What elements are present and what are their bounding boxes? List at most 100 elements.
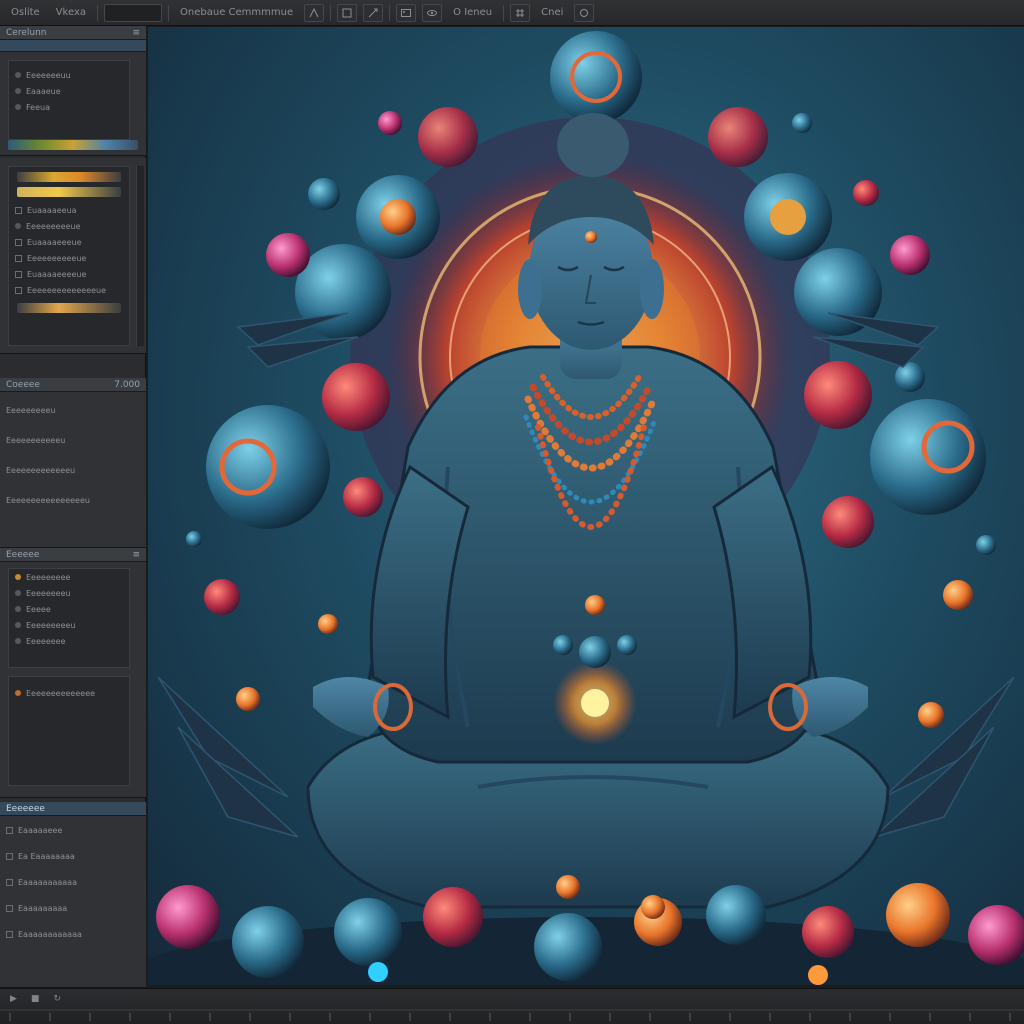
node-icon	[15, 622, 21, 628]
property-label: Eeeeeeeeeeeu	[6, 435, 66, 445]
checkbox[interactable]	[6, 930, 13, 938]
tree-list: Eeeeeeeee Eeeeeeeeu Eeeee Eeeeeeeeeu Eee…	[8, 568, 130, 668]
checkbox[interactable]	[15, 254, 22, 262]
toolbar-divider	[168, 4, 170, 21]
gradient-item-label: Euaaaaeeeue	[27, 237, 82, 247]
tree-item[interactable]: Eeeeeeeeeu	[9, 617, 129, 633]
image-icon[interactable]	[396, 3, 417, 22]
gradient-list: Euaaaaeeua Eeeeeeeeeue Euaaaaeeeue Eeeee…	[8, 166, 130, 346]
gradient-item[interactable]: Euaaaaeeeue	[9, 234, 129, 250]
checkbox[interactable]	[15, 206, 22, 214]
gradient-scrollbar[interactable]	[136, 166, 144, 346]
checkbox[interactable]	[6, 852, 13, 860]
outliner-item-label: Eaaaaaeee	[18, 825, 63, 835]
layers-panel-title: Cerelunn	[6, 27, 47, 38]
tree-panel-title: Eeeeee	[6, 549, 40, 560]
grid-icon[interactable]	[510, 3, 531, 22]
outliner-item-label: Eaaaaaaaaaaa	[18, 877, 77, 887]
outliner-item-label: Eaaaaaaaaa	[18, 903, 68, 913]
layer-item[interactable]: Eeeeeeeuu	[9, 67, 129, 83]
artwork	[148, 31, 1024, 985]
toolbar-divider	[97, 4, 99, 21]
tree-item[interactable]: Eeeeeeee	[9, 633, 129, 649]
tree-item-label: Eeeeeeee	[26, 636, 66, 646]
loop-icon[interactable]: ↻	[53, 994, 61, 1004]
gradient-item[interactable]: Euaaaaeeeeue	[9, 266, 129, 282]
menu-file[interactable]: Oslite	[6, 4, 45, 22]
gradient-item[interactable]: Euaaaaeeua	[9, 202, 129, 218]
wand-icon[interactable]	[363, 3, 384, 22]
tree-item-label: Eeeeeeeeeeeeee	[26, 688, 96, 698]
gradient-item-label: Eeeeeeeeeeue	[27, 253, 87, 263]
layer-visibility-icon[interactable]	[15, 88, 21, 94]
eye-icon[interactable]	[422, 3, 443, 22]
tree-item[interactable]: Eeeeeeeeeeeeee	[9, 685, 129, 701]
outliner-panel-header[interactable]: Eeeeeee	[0, 802, 146, 816]
checkbox[interactable]	[15, 238, 22, 246]
property-row[interactable]: Eeeeeeeeeeeeeu	[0, 462, 146, 478]
tree-item[interactable]: Eeeeeeeeu	[9, 585, 129, 601]
play-icon[interactable]: ▶	[10, 994, 17, 1004]
frame-icon[interactable]	[337, 3, 358, 22]
tree-item-label: Eeeeeeeeu	[26, 588, 71, 598]
property-label: Eeeeeeeeeeeeeu	[6, 465, 76, 475]
tree-item-label: Eeeeeeeee	[26, 572, 71, 582]
outliner-item[interactable]: Eaaaaaeee	[0, 822, 146, 838]
layers-panel: Cerelunn ≡ Eeeeeeeuu Eaaaeue Feeua	[0, 26, 146, 156]
panel-menu-icon[interactable]: ≡	[132, 550, 140, 560]
layers-selected-row[interactable]	[0, 40, 146, 52]
properties-panel: Coeeee 7.000 Eeeeeeeeeu Eeeeeeeeeeeu Eee…	[0, 378, 146, 548]
gradient-item-label: Euaaaaeeua	[27, 205, 77, 215]
toolbar-channel-label[interactable]: Cnei	[536, 4, 568, 22]
gradient-item-label: Eeeeeeeeeeeeeeue	[27, 285, 107, 295]
property-row[interactable]: Eeeeeeeeeu	[0, 402, 146, 418]
gradient-item[interactable]: Eeeeeeeeeeue	[9, 250, 129, 266]
outliner-panel-title: Eeeeeee	[6, 803, 45, 814]
layer-label: Eaaaeue	[26, 86, 61, 96]
property-row[interactable]: Eeeeeeeeeeeu	[0, 432, 146, 448]
panel-menu-icon[interactable]: ≡	[132, 28, 140, 38]
stop-icon[interactable]: ■	[31, 994, 40, 1004]
checkbox[interactable]	[15, 286, 22, 294]
outliner-item[interactable]: Ea Eaaaaaaaa	[0, 848, 146, 864]
toolbar-divider	[330, 4, 332, 21]
toolbar-dropdown[interactable]	[104, 3, 163, 22]
image-canvas[interactable]	[148, 27, 1024, 985]
gradient-item[interactable]: Eeeeeeeeeue	[9, 218, 129, 234]
gradient-swatch-warm[interactable]	[17, 172, 121, 182]
gradient-swatch-gold[interactable]	[17, 187, 121, 197]
transform-icon[interactable]	[304, 3, 325, 22]
node-icon	[15, 638, 21, 644]
properties-panel-title: Coeeee	[6, 379, 40, 390]
toolbar-mode-label[interactable]: Onebaue Cemmmmue	[175, 4, 298, 22]
layer-item[interactable]: Eaaaeue	[9, 83, 129, 99]
property-row[interactable]: Eeeeeeeeeeeeeeeeu	[0, 492, 146, 508]
tree-item[interactable]: Eeeeeeeee	[9, 569, 129, 585]
color-strip[interactable]	[8, 140, 138, 150]
checkbox[interactable]	[6, 878, 13, 886]
record-icon[interactable]	[574, 3, 595, 22]
menu-view[interactable]: Vkexa	[51, 4, 91, 22]
gradient-item[interactable]: Eeeeeeeeeeeeeeue	[9, 282, 129, 298]
toolbar-divider	[389, 4, 391, 21]
outliner-item[interactable]: Eaaaaaaaaaaaa	[0, 926, 146, 942]
radio-icon[interactable]	[15, 223, 21, 229]
tree-item[interactable]: Eeeee	[9, 601, 129, 617]
outliner-item[interactable]: Eaaaaaaaaa	[0, 900, 146, 916]
timeline-ruler[interactable]	[0, 1009, 1024, 1023]
tree-panel-header[interactable]: Eeeeee ≡	[0, 548, 146, 562]
toolbar-view-label[interactable]: O Ieneu	[448, 4, 497, 22]
outliner-item[interactable]: Eaaaaaaaaaaa	[0, 874, 146, 890]
checkbox[interactable]	[6, 904, 13, 912]
gradient-swatch-bottom[interactable]	[17, 303, 121, 313]
layer-visibility-icon[interactable]	[15, 104, 21, 110]
layer-visibility-icon[interactable]	[15, 72, 21, 78]
layer-item[interactable]: Feeua	[9, 99, 129, 115]
properties-panel-header[interactable]: Coeeee 7.000	[0, 378, 146, 392]
left-sidebar: Cerelunn ≡ Eeeeeeeuu Eaaaeue Feeua Euaaa…	[0, 26, 146, 988]
toolbar-divider	[503, 4, 505, 21]
checkbox[interactable]	[15, 270, 22, 278]
node-icon	[15, 590, 21, 596]
layers-panel-header[interactable]: Cerelunn ≡	[0, 26, 146, 40]
checkbox[interactable]	[6, 826, 13, 834]
